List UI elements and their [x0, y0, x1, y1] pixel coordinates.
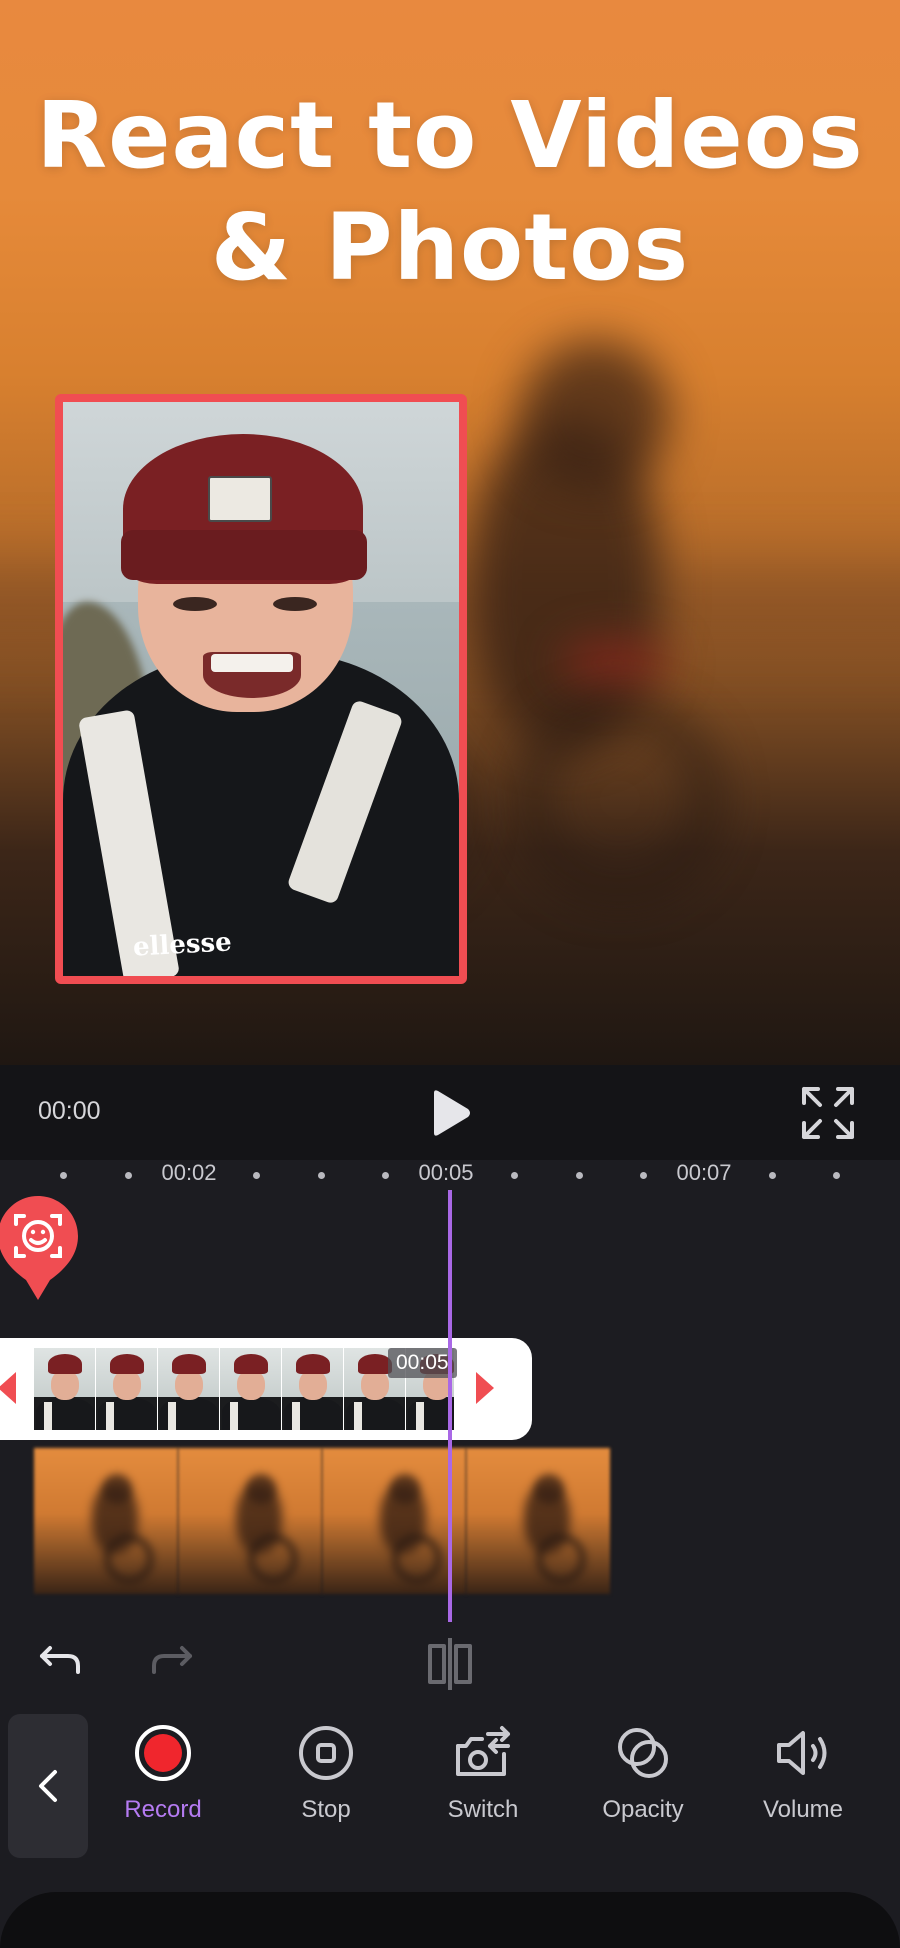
main-video-thumbnail — [322, 1448, 466, 1594]
split-icon — [428, 1638, 472, 1690]
person-beanie-cuff — [121, 530, 367, 580]
ruler-dot — [382, 1172, 389, 1179]
ruler-dot — [833, 1172, 840, 1179]
play-icon — [434, 1090, 470, 1136]
redo-button[interactable] — [146, 1640, 196, 1684]
reaction-thumbnail — [220, 1348, 282, 1430]
opacity-label: Opacity — [602, 1796, 684, 1823]
main-video-thumbnail — [178, 1448, 322, 1594]
reaction-thumbnail — [158, 1348, 220, 1430]
video-preview: React to Videos & Photos ellesse — [0, 0, 900, 1065]
volume-label: Volume — [762, 1796, 844, 1823]
reaction-marker[interactable] — [0, 1192, 84, 1322]
chevron-left-icon — [39, 1770, 57, 1802]
background-cyclist-detail — [560, 640, 670, 686]
background-bike-wheel-front — [520, 700, 720, 900]
stop-label: Stop — [301, 1796, 351, 1823]
trim-handle-left[interactable] — [0, 1372, 16, 1404]
volume-icon — [777, 1731, 827, 1775]
opacity-button[interactable]: Opacity — [568, 1724, 718, 1844]
promo-title-line-1: React to Videos — [36, 82, 864, 189]
timeline[interactable]: 00:02 00:05 00:07 00:05 — [0, 1160, 900, 1622]
ruler-dot — [318, 1172, 325, 1179]
ruler-dot — [511, 1172, 518, 1179]
jacket-brand-text: ellesse — [132, 927, 233, 963]
reaction-face-icon — [0, 1196, 78, 1300]
volume-button[interactable]: Volume — [728, 1724, 878, 1844]
undo-button[interactable] — [36, 1640, 86, 1684]
main-video-thumbnail — [466, 1448, 610, 1594]
playhead[interactable] — [448, 1190, 452, 1622]
bottom-toolbar: Record Stop Switch Opacity Volume — [0, 1702, 900, 1948]
record-icon — [135, 1725, 191, 1781]
ruler-label: 00:02 — [161, 1160, 217, 1185]
ruler-dot — [253, 1172, 260, 1179]
fullscreen-icon — [802, 1087, 854, 1139]
promo-title: React to Videos & Photos — [0, 80, 900, 304]
switch-label: Switch — [447, 1796, 519, 1823]
reaction-thumbnail — [34, 1348, 96, 1430]
undo-icon — [40, 1646, 80, 1674]
beanie-label — [208, 476, 272, 522]
ruler-dot — [125, 1172, 132, 1179]
person-eye-left — [173, 597, 217, 611]
redo-icon — [152, 1646, 192, 1674]
person-teeth — [211, 654, 293, 672]
main-video-thumbnail — [34, 1448, 178, 1594]
split-button[interactable] — [420, 1636, 480, 1692]
current-time: 00:00 — [38, 1097, 101, 1125]
reaction-thumbnail — [282, 1348, 344, 1430]
play-button[interactable] — [420, 1083, 480, 1143]
record-label: Record — [124, 1796, 202, 1823]
record-button[interactable]: Record — [88, 1724, 238, 1844]
playback-bar: 00:00 — [0, 1065, 900, 1160]
ruler-dot — [640, 1172, 647, 1179]
background-cyclist-head — [520, 340, 670, 490]
trim-handle-right[interactable] — [476, 1372, 494, 1404]
ruler-dot — [769, 1172, 776, 1179]
person-eye-right — [273, 597, 317, 611]
ruler-dot — [60, 1172, 67, 1179]
fullscreen-button[interactable] — [800, 1085, 856, 1141]
main-video-track[interactable] — [34, 1448, 610, 1594]
switch-camera-icon — [456, 1726, 510, 1776]
promo-title-line-2: & Photos — [210, 194, 690, 301]
switch-camera-button[interactable]: Switch — [408, 1724, 558, 1844]
ruler-dot — [576, 1172, 583, 1179]
ruler-label: 00:07 — [676, 1160, 732, 1185]
back-button[interactable] — [8, 1714, 88, 1858]
reaction-clip-track[interactable]: 00:05 — [0, 1338, 532, 1440]
reaction-thumbnail — [96, 1348, 158, 1430]
clip-time-badge: 00:05 — [388, 1348, 457, 1378]
opacity-icon — [618, 1728, 668, 1778]
ruler-label: 00:05 — [418, 1160, 474, 1185]
stop-button[interactable]: Stop — [251, 1724, 401, 1844]
reaction-video-overlay[interactable]: ellesse — [55, 394, 467, 984]
stop-icon — [299, 1726, 353, 1780]
device-bottom-edge — [0, 1892, 900, 1948]
